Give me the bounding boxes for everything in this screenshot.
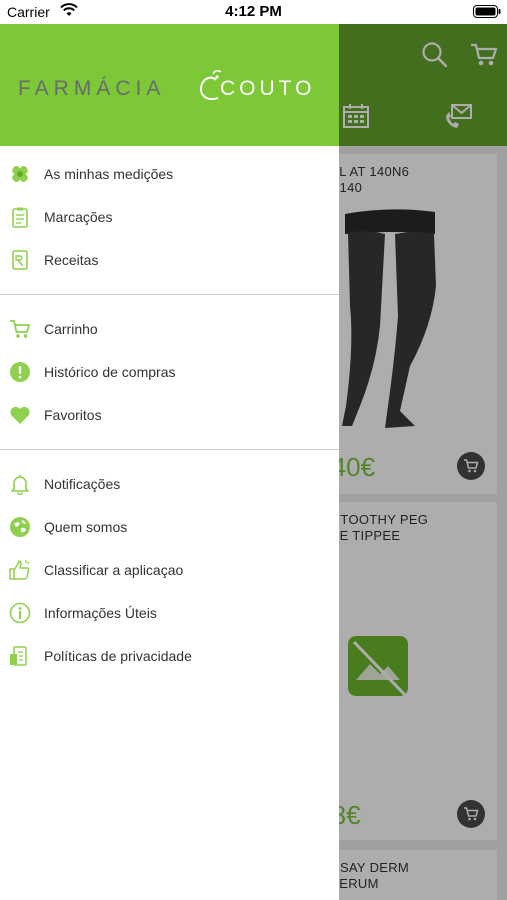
menu-item-label: Classificar a aplicaçao [44,562,184,578]
menu-item-label: Receitas [44,252,99,268]
menu-item-label: Carrinho [44,321,98,337]
prescription-icon [12,250,28,270]
alert-circle-icon [10,362,30,382]
clipboard-icon [12,207,28,228]
brand-name-right: COUTO [220,77,316,100]
bandage-icon [12,166,28,182]
menu-item-label: Favoritos [44,407,102,423]
menu-item-quem-somos[interactable]: Quem somos [0,506,339,549]
menu-item-label: Informações Úteis [44,605,157,621]
menu-item-label: Histórico de compras [44,364,176,380]
menu-item-informacoes[interactable]: Informações Úteis [0,592,339,635]
menu-item-historico[interactable]: Histórico de compras [0,351,339,394]
clock: 4:12 PM [225,3,282,20]
status-bar: Carrier 4:12 PM [0,0,507,24]
menu-item-label: Quem somos [44,519,128,535]
heart-icon [10,406,30,424]
menu-divider [0,449,339,450]
menu-item-politicas[interactable]: Políticas de privacidade [0,635,339,678]
info-icon [9,602,31,624]
menu-divider [0,294,339,295]
battery-icon [473,5,501,18]
menu-item-marcacoes[interactable]: Marcações [0,196,339,239]
menu-item-carrinho[interactable]: Carrinho [0,308,339,351]
menu-item-medicoes[interactable]: As minhas medições [0,153,339,196]
drawer-header: FARMÁCIA COUTO [0,24,339,146]
cart-icon [10,320,30,338]
menu-item-notificacoes[interactable]: Notificações [0,463,339,506]
menu-item-receitas[interactable]: Receitas [0,239,339,282]
globe-icon [10,517,30,537]
bell-icon [11,475,29,495]
navigation-drawer: FARMÁCIA COUTO As minhas medições Marcaç… [0,24,339,900]
menu-item-favoritos[interactable]: Favoritos [0,394,339,437]
menu-item-label: Notificações [44,476,121,492]
menu-item-classificar[interactable]: Classificar a aplicaçao [0,549,339,592]
thumbs-up-icon [9,560,30,580]
menu-item-label: Políticas de privacidade [44,648,192,664]
menu-item-label: Marcações [44,209,113,225]
privacy-icon [10,646,27,666]
brand-name-left: FARMÁCIA [18,77,166,100]
menu-item-label: As minhas medições [44,166,174,182]
